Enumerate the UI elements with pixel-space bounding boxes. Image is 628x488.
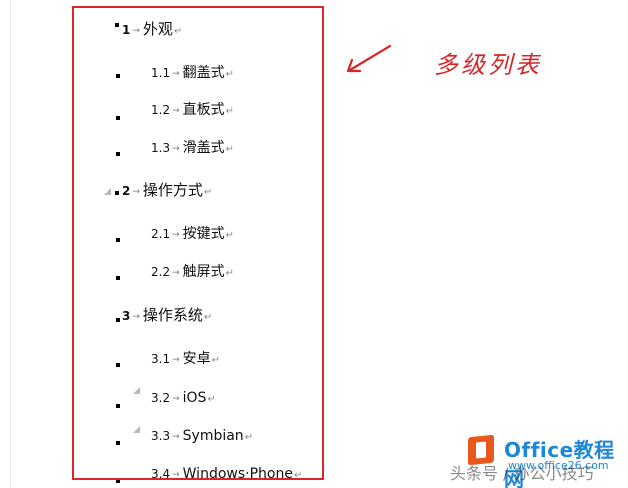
annotation-label: 多级列表 bbox=[434, 51, 542, 79]
watermark-overlay: 头条号 / 办公小技巧 bbox=[450, 464, 594, 483]
list-highlight-frame bbox=[72, 6, 324, 480]
document-page: 1→外观↵ 1.1→翻盖式↵ 1.2→直板式↵ 1.3→滑盖式↵ bbox=[0, 0, 628, 488]
watermark: Office教程网 www.office26.com 头条号 / 办公小技巧 bbox=[450, 430, 625, 488]
annotation-arrow-icon bbox=[346, 44, 392, 73]
